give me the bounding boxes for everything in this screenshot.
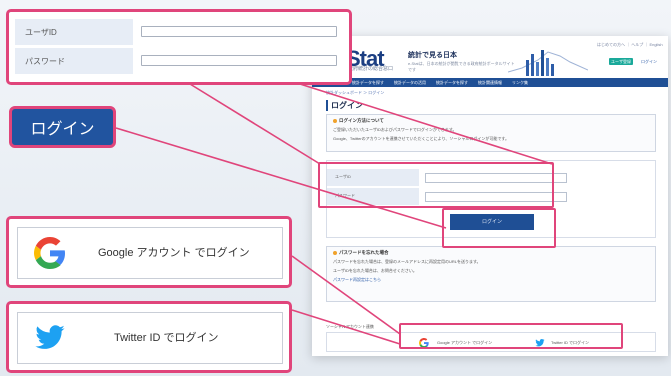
login-button[interactable]: ログイン bbox=[9, 106, 116, 148]
twitter-login-callout: Twitter ID でログイン bbox=[6, 301, 292, 373]
user-id-row: ユーザID bbox=[15, 19, 133, 45]
twitter-login-button[interactable]: Twitter ID でログイン bbox=[17, 312, 283, 364]
password-input[interactable] bbox=[141, 55, 337, 66]
password-row: パスワード bbox=[15, 48, 133, 74]
user-id-label: ユーザID bbox=[25, 28, 57, 37]
credentials-callout: ユーザID パスワード bbox=[6, 9, 352, 85]
google-login-button[interactable]: Google アカウント でログイン bbox=[17, 227, 283, 279]
google-login-callout: Google アカウント でログイン bbox=[6, 216, 292, 288]
password-label: パスワード bbox=[25, 57, 65, 66]
twitter-icon bbox=[35, 325, 65, 349]
google-login-label: Google アカウント でログイン bbox=[98, 247, 250, 259]
user-id-input[interactable] bbox=[141, 26, 337, 37]
google-icon bbox=[34, 237, 65, 269]
twitter-login-label: Twitter ID でログイン bbox=[114, 332, 219, 344]
